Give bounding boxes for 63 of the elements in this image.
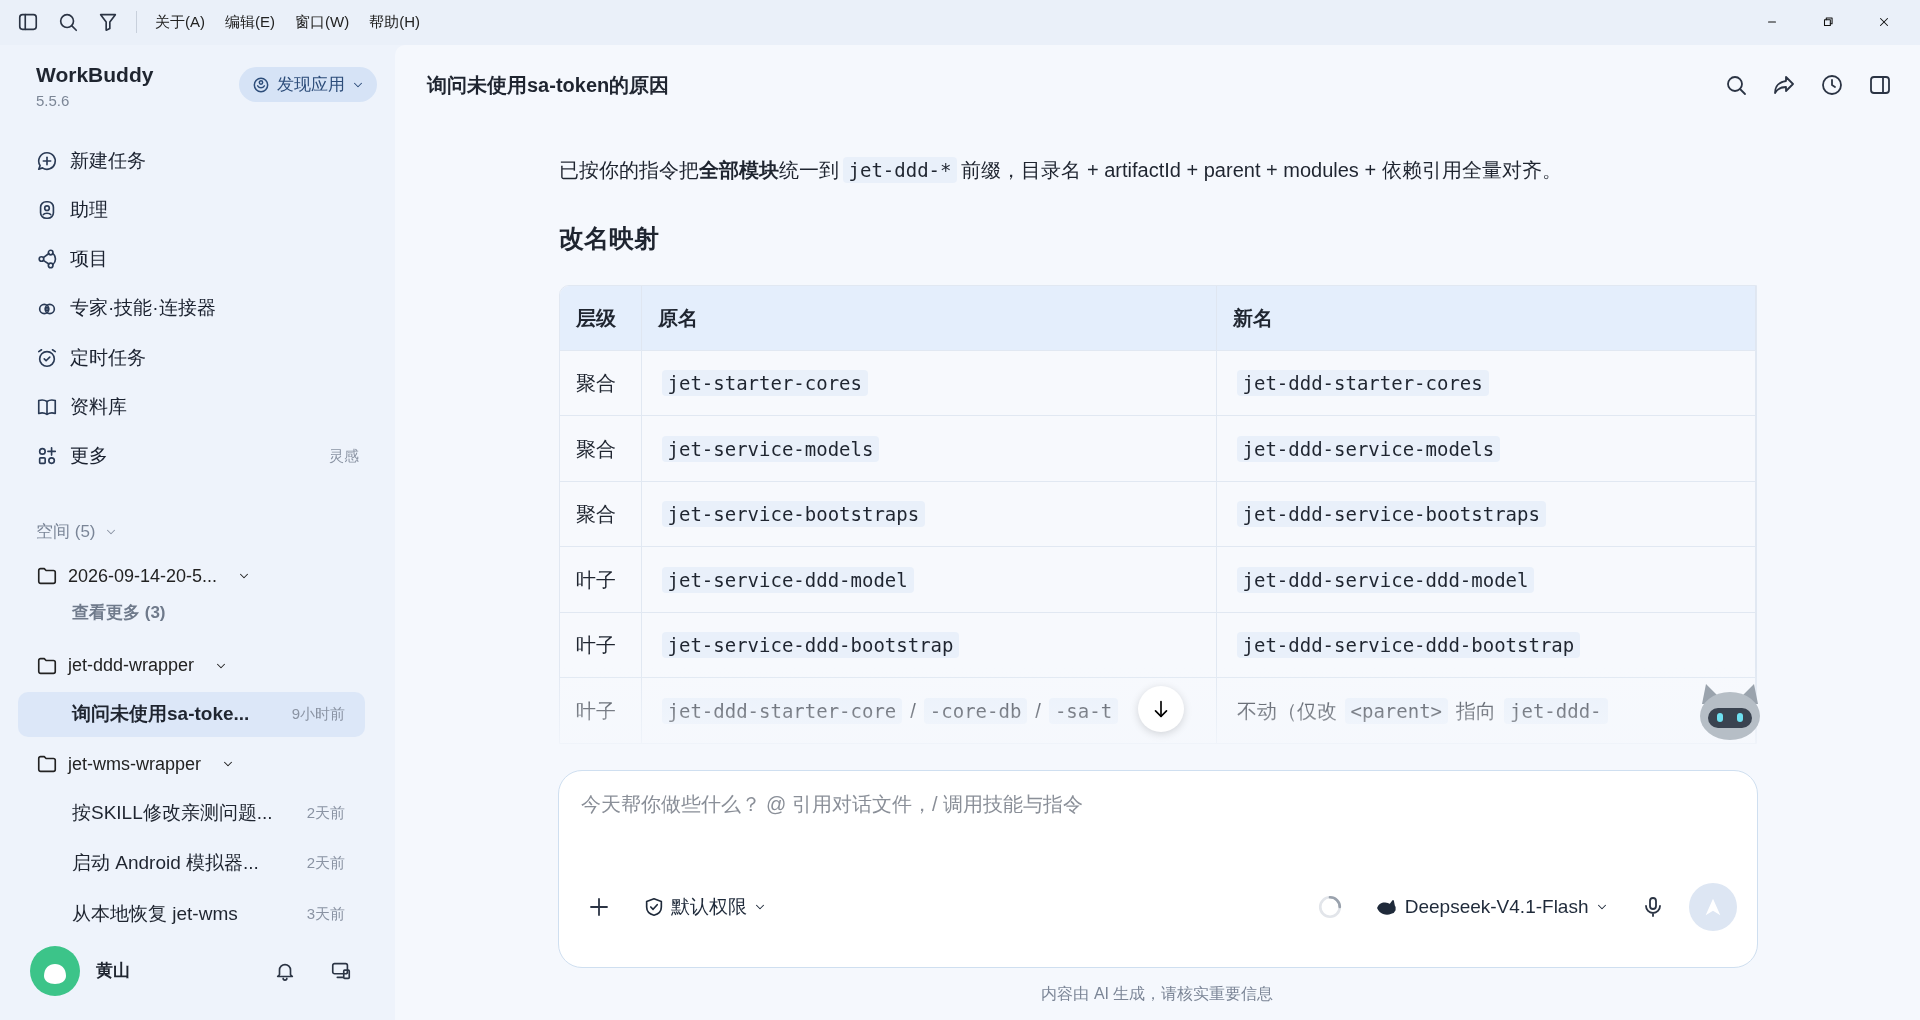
discover-apps-button[interactable]: 发现应用 xyxy=(239,66,377,103)
section-header: 空间 (5) xyxy=(36,521,96,544)
sidebar-item[interactable]: 定时任务 xyxy=(0,333,395,383)
sidebar-item[interactable]: 项目 xyxy=(0,234,395,285)
app-name: WorkBuddy xyxy=(36,61,154,88)
disclaimer-text: 内容由 AI 生成，请核实重要信息 xyxy=(1040,984,1275,1004)
permission-dropdown[interactable]: 默认权限 xyxy=(634,888,775,926)
task-time: 9小时前 xyxy=(291,704,345,725)
table-cell: 聚合 xyxy=(559,349,642,416)
user-name: 黄山 xyxy=(96,960,131,983)
table-cell: 叶子 xyxy=(559,546,642,612)
chat-title: 询问未使用sa-token的原因 xyxy=(427,72,671,98)
alarm-clock-icon xyxy=(36,346,58,369)
table-cell: 聚合 xyxy=(559,480,642,547)
sidebar-item[interactable]: 资料库 xyxy=(0,382,395,432)
table-cell: jet-service-ddd-model xyxy=(641,546,1217,612)
table-cell: jet-ddd-starter-cores xyxy=(1216,349,1756,416)
folder-item[interactable]: 2026-09-14-20-5... xyxy=(0,552,395,601)
task-item[interactable]: 从本地恢复 jet-wms 3天前 xyxy=(18,891,365,938)
table-cell: jet-ddd-service-ddd-model xyxy=(1216,546,1756,612)
history-icon[interactable] xyxy=(1820,72,1844,97)
table-cell: jet-ddd-service-bootstraps xyxy=(1216,480,1756,547)
task-time: 2天前 xyxy=(306,853,345,874)
message-paragraph: 已按你的指令把全部模块统一到 jet-ddd-* 前缀，目录名 + artifactId + parent + modules + 依赖引用全量对齐。 xyxy=(558,155,1563,185)
see-more-link[interactable]: 查看更多 (3) xyxy=(0,600,395,626)
column-header: 原名 xyxy=(641,285,1217,350)
menu-item[interactable]: 关于(A) xyxy=(145,7,215,38)
model-selector[interactable]: Deepseek-V4.1-Flash xyxy=(1366,888,1617,926)
table-cell: jet-service-models xyxy=(641,415,1217,481)
sidebar-item[interactable]: 专家·技能·连接器 xyxy=(0,284,395,334)
project-icon xyxy=(36,248,58,271)
column-header: 层级 xyxy=(559,285,642,350)
table-cell: 叶子 xyxy=(559,611,642,678)
table-cell: jet-starter-cores xyxy=(641,349,1217,416)
task-time: 2天前 xyxy=(306,802,345,823)
sidebar-item[interactable]: 新建任务 xyxy=(0,136,395,186)
avatar-icon xyxy=(30,946,80,997)
table-cell: jet-ddd-service-models xyxy=(1216,415,1756,481)
task-item[interactable]: 启动 Android 模拟器... 2天前 xyxy=(18,840,365,887)
item-note: 灵感 xyxy=(329,446,359,467)
task-item[interactable]: 按SKILL修改亲测问题... 2天前 xyxy=(18,790,365,836)
table-cell: 叶子 xyxy=(559,677,642,743)
menu-item[interactable]: 帮助(H) xyxy=(359,7,430,38)
app-version: 5.5.6 xyxy=(36,91,71,112)
sidebar-item[interactable]: 更多 灵感 xyxy=(0,431,395,482)
loading-spinner-icon xyxy=(1316,894,1343,920)
message-input-field[interactable]: 今天帮你做些什么？ @ 引用对话文件，/ 调用技能与指令 默认权限 Deepseek-V4.1-Flash xyxy=(557,770,1758,968)
task-item[interactable]: 询问未使用sa-toke... 9小时前 xyxy=(18,691,365,738)
table-cell: jet-service-ddd-bootstrap xyxy=(641,611,1217,678)
section-heading: 改名映射 xyxy=(558,222,660,254)
menu-item[interactable]: 编辑(E) xyxy=(215,7,285,38)
folder-item[interactable]: jet-wms-wrapper xyxy=(0,740,395,789)
table-cell: jet-service-bootstraps xyxy=(641,480,1217,547)
table-cell: 聚合 xyxy=(559,415,642,481)
menu-item[interactable]: 窗口(W) xyxy=(285,7,360,38)
sidebar-item[interactable]: 助理 xyxy=(0,185,395,235)
column-header: 新名 xyxy=(1216,285,1756,350)
folder-item[interactable]: jet-ddd-wrapper xyxy=(0,641,395,690)
filter-icon[interactable] xyxy=(97,11,119,34)
table-cell: jet-ddd-service-ddd-bootstrap xyxy=(1216,611,1756,678)
search-icon[interactable] xyxy=(57,11,79,34)
new-task-icon xyxy=(36,150,58,172)
task-time: 3天前 xyxy=(306,904,345,925)
